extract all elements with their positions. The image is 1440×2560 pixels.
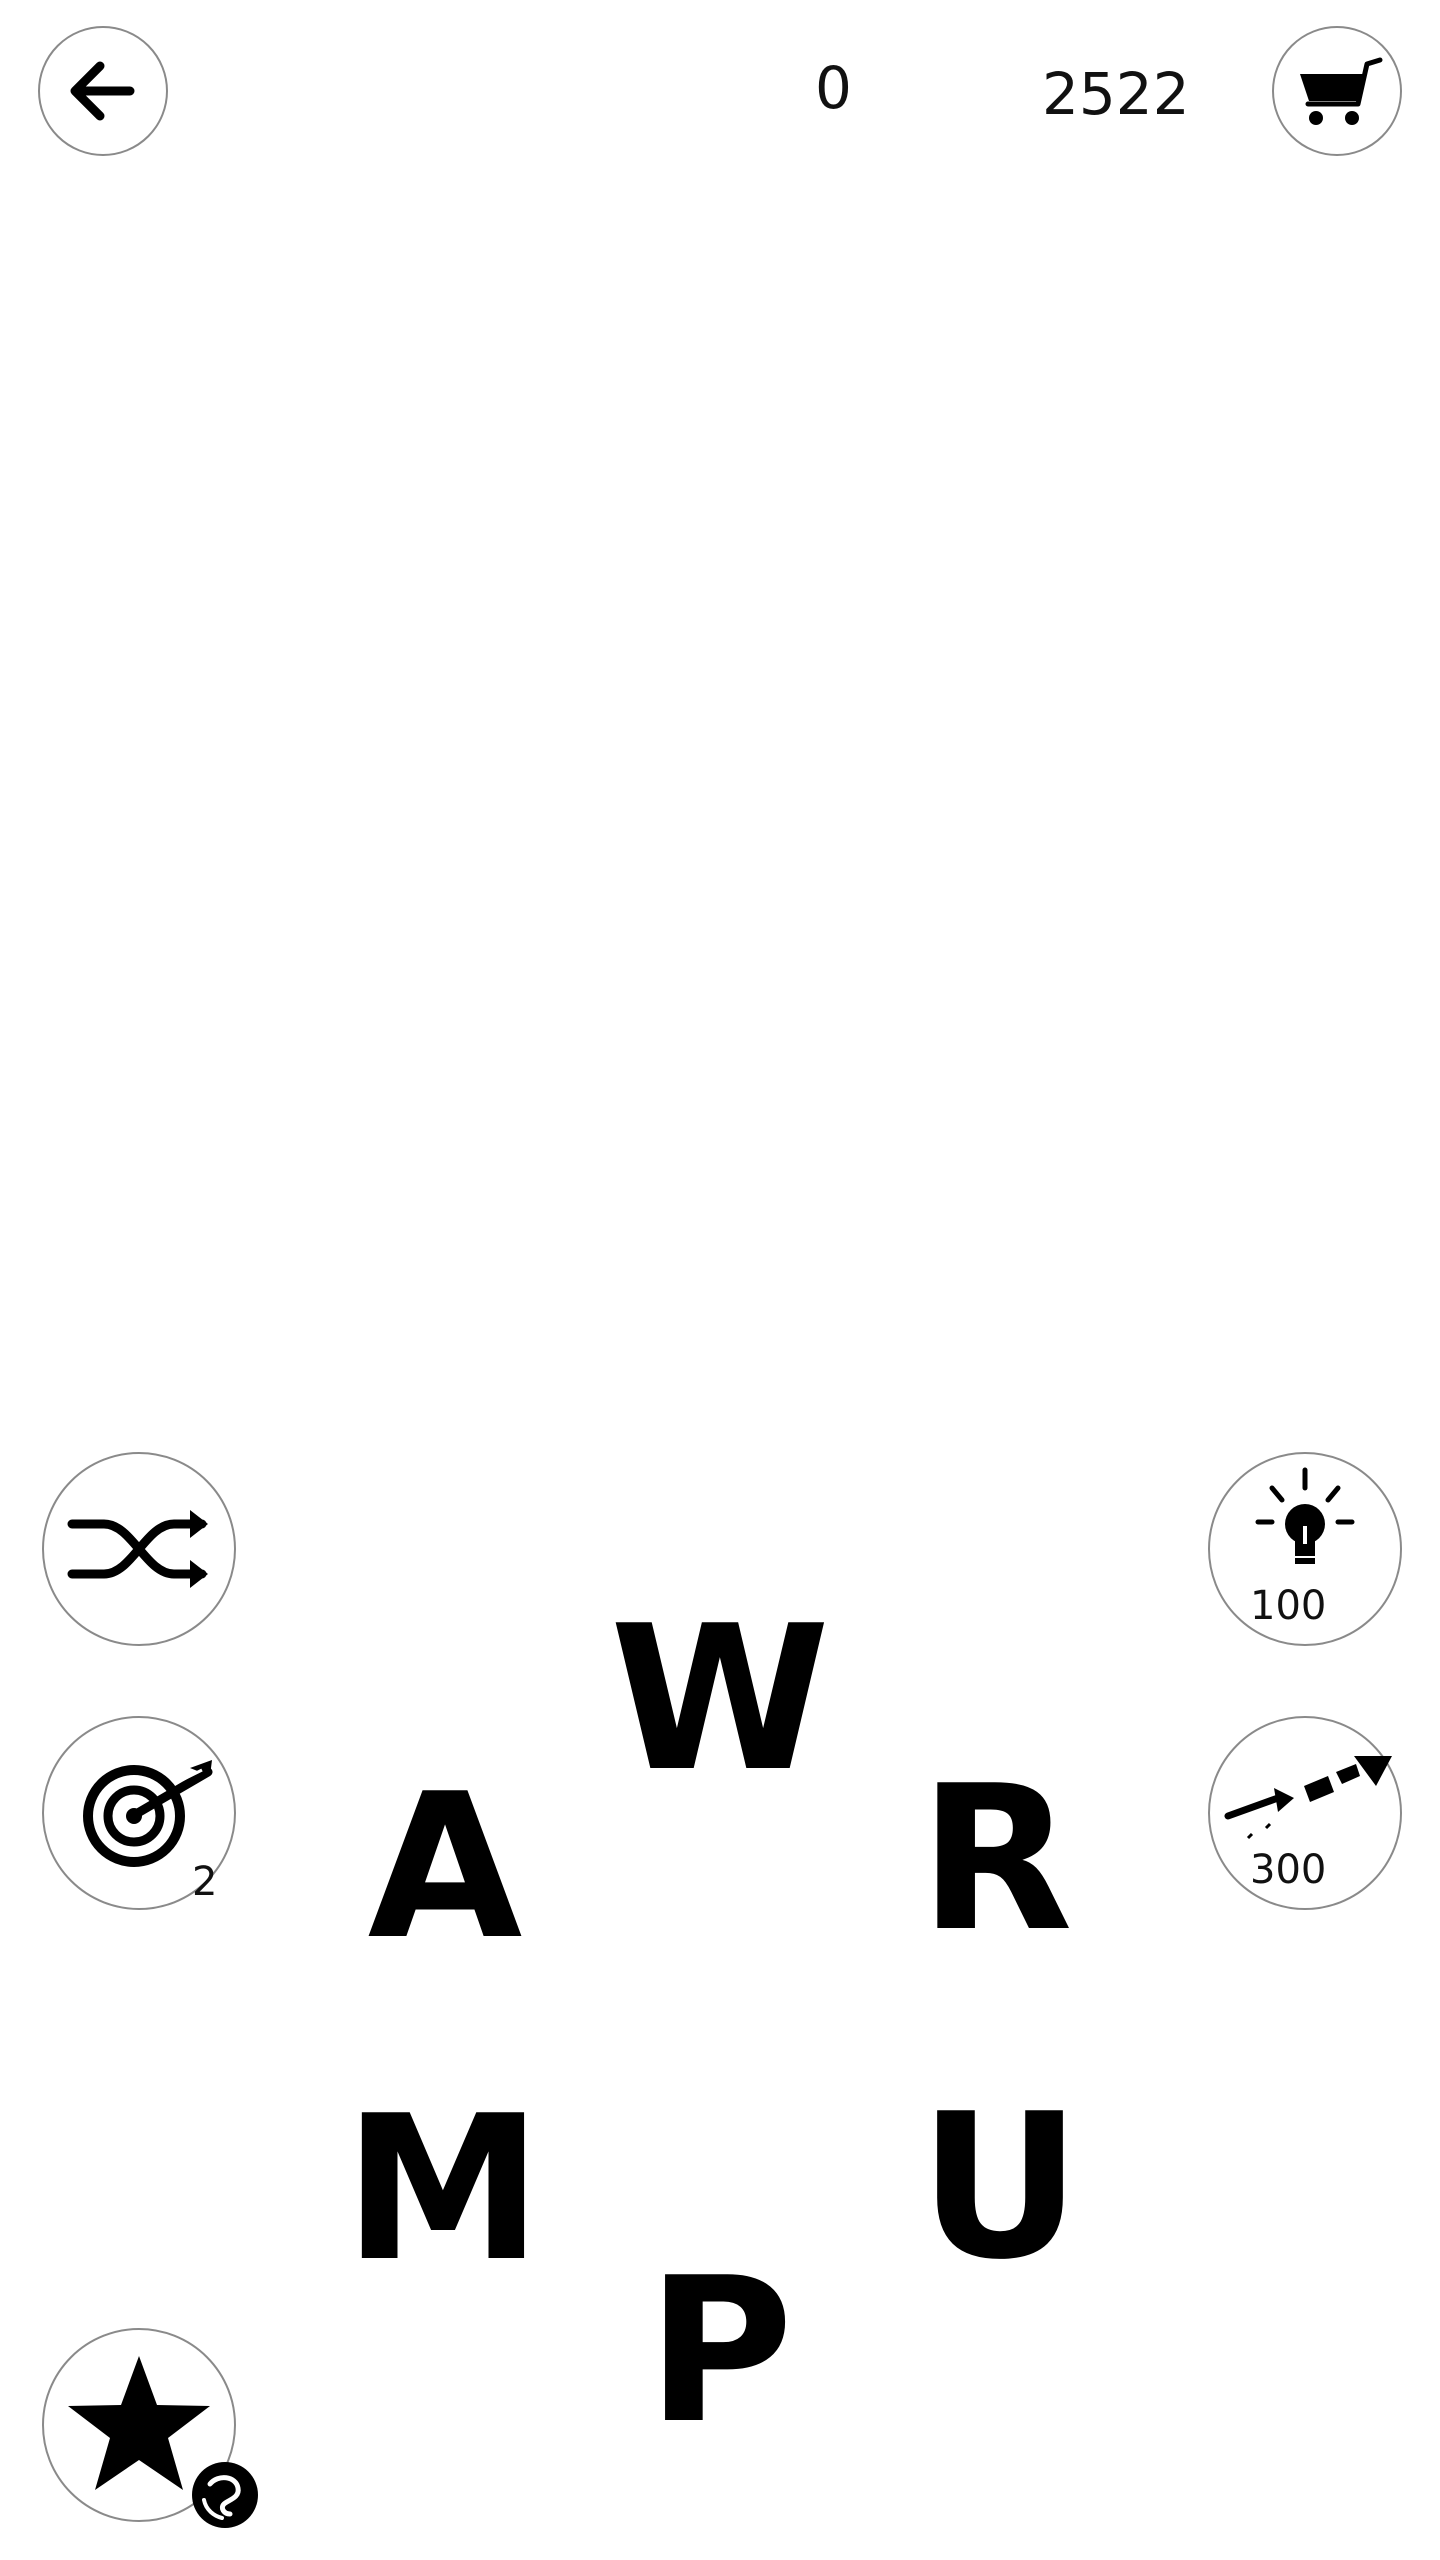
shop-button[interactable] [1272, 26, 1402, 156]
back-button[interactable] [38, 26, 168, 156]
target-count: 2 [192, 1859, 218, 1905]
hint-button[interactable]: 100 [1208, 1452, 1402, 1646]
hint-cost: 100 [1250, 1583, 1327, 1629]
rocket-button[interactable]: 300 [1208, 1716, 1402, 1910]
video-reward-icon [192, 2462, 258, 2528]
target-button[interactable]: 2 [42, 1716, 236, 1910]
crossword-board [0, 170, 1440, 1420]
coin-balance: 2522 [1042, 60, 1190, 128]
shuffle-button[interactable] [42, 1452, 236, 1646]
wheel-letter-u[interactable]: U [890, 2078, 1110, 2298]
wheel-letter-p[interactable]: P [610, 2242, 830, 2462]
rocket-cost: 300 [1250, 1847, 1327, 1893]
shopping-cart-icon [1300, 57, 1383, 125]
found-words-counter: 0 [815, 54, 852, 122]
shuffle-icon [67, 1510, 208, 1588]
wheel-letter-r[interactable]: R [886, 1750, 1106, 1970]
wheel-letter-w[interactable]: W [610, 1590, 831, 1810]
wheel-letter-m[interactable]: M [333, 2080, 553, 2300]
wheel-letter-a[interactable]: A [335, 1758, 555, 1978]
arrow-left-icon [70, 61, 135, 121]
favorite-button[interactable] [42, 2328, 258, 2528]
